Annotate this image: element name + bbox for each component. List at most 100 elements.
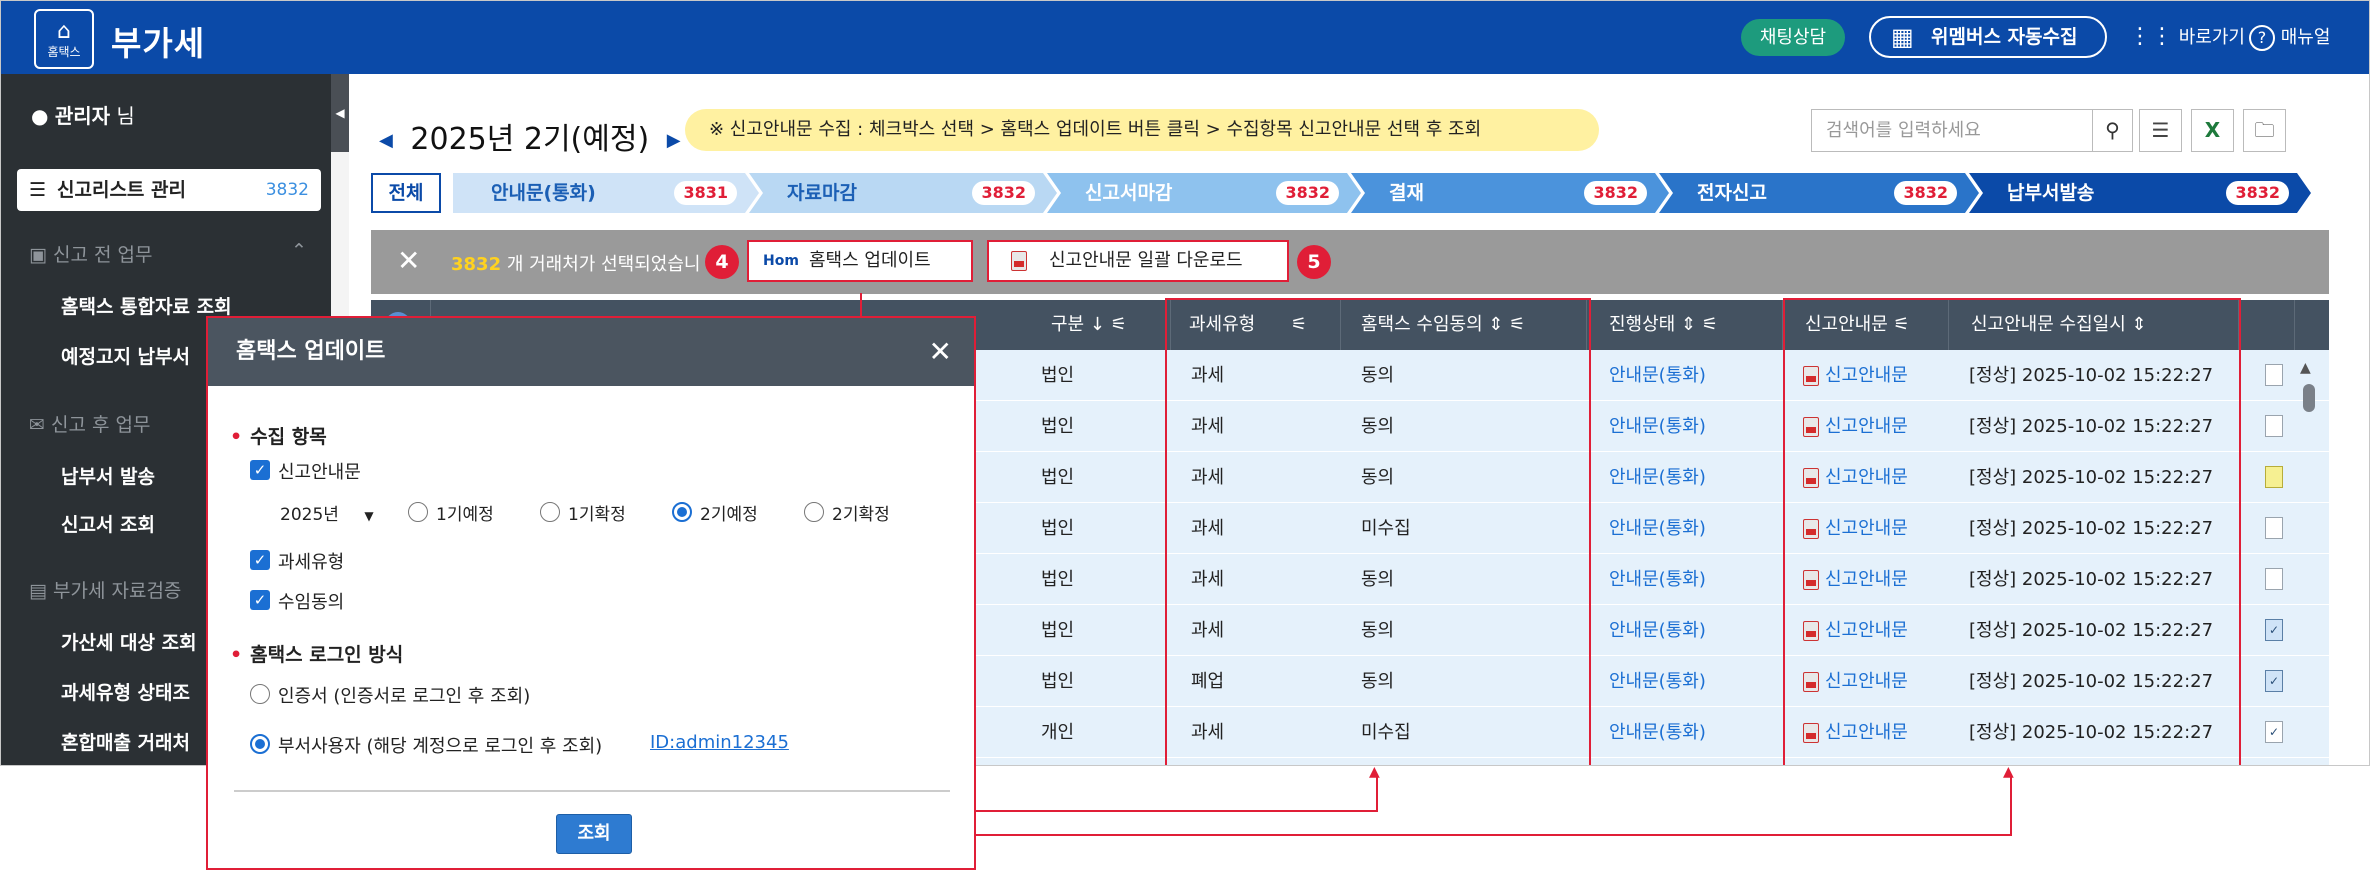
login-cert-radio[interactable] [250,684,270,704]
auto-collect-label: 위멤버스 자동수집 [1931,26,2078,48]
scroll-thumb[interactable] [2303,384,2315,412]
sidebar-item-send-payment[interactable]: 납부서 발송 [61,462,155,489]
period-radio-label: 2기확정 [832,505,890,525]
period-radio-1-prelim[interactable] [408,502,428,522]
sidebar-item-penalty[interactable]: 가산세 대상 조회 [61,628,197,655]
document-icon[interactable]: ✓ [2265,619,2283,641]
shortcut-link[interactable]: ⋮⋮ 바로가기 [2129,23,2245,49]
filter-icon: ⚟ [1110,314,1127,335]
sidebar-item-tax-type-status[interactable]: 과세유형 상태조 [61,678,190,705]
login-sub-user-radio[interactable] [250,734,270,754]
excel-button[interactable]: X [2191,109,2234,152]
period-radio-1-final[interactable] [540,502,560,522]
selection-label: 개 거래처가 선택되었습니 [506,254,701,275]
next-period-arrow-icon[interactable]: ▶ [667,130,681,151]
cell-status[interactable]: 안내문(통화) [1609,656,1706,707]
download-notices-button[interactable]: 신고안내문 일괄 다운로드 [987,240,1289,282]
sidebar-section-post[interactable]: ✉ 신고 후 업무 [29,410,150,437]
manual-link[interactable]: ? 매뉴얼 [2249,23,2330,51]
year-select-value: 2025년 [280,505,339,525]
cell-status[interactable]: 안내문(통화) [1609,452,1706,503]
step-tab[interactable]: 안내문(통화) 3831 [453,173,759,213]
list-view-button[interactable]: ☰ [2139,109,2182,152]
search-box[interactable]: 검색어를 입력하세요 ⚲ [1811,109,2133,152]
highlight-box-notice [1783,298,2241,765]
chat-button[interactable]: 채팅상담 [1741,19,1845,56]
document-icon[interactable] [2265,466,2283,488]
sidebar-collapse-toggle[interactable]: ◀ [331,74,349,152]
tax-type-checkbox-label: 과세유형 [278,552,345,573]
prev-period-arrow-icon[interactable]: ◀ [379,130,393,151]
document-icon[interactable]: ✓ [2265,721,2283,743]
period-radio-label: 1기예정 [436,505,494,525]
submit-button[interactable]: 조회 [556,814,632,854]
document-icon[interactable] [2265,517,2283,539]
dialog-title: 홈택스 업데이트 [236,339,386,364]
login-id-link[interactable]: ID:admin12345 [650,732,789,753]
step-tab[interactable]: 자료마감 3832 [749,173,1057,213]
sidebar-section-pre[interactable]: ▣ 신고 전 업무 ⌃ [29,240,307,267]
close-icon[interactable]: ✕ [929,318,952,386]
sidebar-item-mixed-sales[interactable]: 혼합매출 거래처 [61,728,190,755]
step-label: 전자신고 [1697,182,1767,204]
top-bar: ⌂ 홈택스 부가세 채팅상담 ▦ 위멤버스 자동수집 ⋮⋮ 바로가기 ? 매뉴얼 [1,1,2369,74]
manual-label: 매뉴얼 [2280,27,2331,48]
sidebar-item-label: 신고리스트 관리 [57,179,186,201]
period-radio-2-final[interactable] [804,502,824,522]
step-count: 3832 [972,181,1035,205]
cell-status[interactable]: 안내문(통화) [1609,503,1706,554]
scroll-up-icon[interactable]: ▲ [2300,360,2311,376]
scrollbar[interactable]: ▲ [2295,360,2321,760]
connector-line [860,293,862,316]
pdf-icon [1011,251,1027,271]
cell-type: 법인 [1041,365,1075,386]
search-icon[interactable]: ⚲ [2092,110,2132,151]
step-tab[interactable]: 신고서마감 3832 [1047,173,1361,213]
cell-status[interactable]: 안내문(통화) [1609,350,1706,401]
cell-status[interactable]: 안내문(통화) [1609,605,1706,656]
period-label: 2025년 2기(예정) [410,122,650,157]
chevron-left-icon: ◀ [335,106,345,120]
period-selector: ◀ 2025년 2기(예정) ▶ [379,114,681,158]
step-all-tab[interactable]: 전체 [371,173,441,213]
user-suffix: 님 [116,104,135,128]
notice-checkbox[interactable]: ✓ [250,460,270,480]
document-icon[interactable]: ✓ [2265,670,2283,692]
sidebar-item-report-list[interactable]: ☰ 신고리스트 관리 3832 [17,169,321,211]
col-status[interactable]: 진행상태 ⇕ ⚟ [1587,300,1783,350]
sidebar-section-title: 부가세 자료검증 [53,580,182,602]
grid-icon: ⋮⋮ [2129,24,2173,49]
sidebar-item-prepayment[interactable]: 예정고지 납부서 [61,342,190,369]
user-icon: ● [31,104,49,128]
search-input[interactable]: 검색어를 입력하세요 [1826,120,1981,141]
sidebar-item-report-view[interactable]: 신고서 조회 [61,510,155,537]
sidebar-section-verify[interactable]: ▤ 부가세 자료검증 [29,576,181,603]
close-icon[interactable]: ✕ [397,244,420,277]
document-icon[interactable] [2265,415,2283,437]
step-label: 결재 [1389,182,1424,204]
sidebar-item-hometax-data[interactable]: 홈택스 통합자료 조회 [61,292,232,319]
dialog-header: 홈택스 업데이트 ✕ [208,318,974,386]
cell-status[interactable]: 안내문(통화) [1609,707,1706,758]
folder-button[interactable]: 🗀 [2243,109,2286,152]
hometax-update-dialog: 홈택스 업데이트 ✕ 수집 항목 ✓ 신고안내문 2025년 ▼ 1기예정 1기… [206,316,976,870]
cell-status[interactable]: 안내문(통화) [1609,401,1706,452]
col-type[interactable]: 구분 ↓ ⚟ [1021,300,1171,350]
cell-status[interactable]: 안내문(통화) [1609,554,1706,605]
step-count: 3832 [1894,181,1957,205]
year-select[interactable]: 2025년 ▼ [280,500,374,525]
hometax-logo[interactable]: ⌂ 홈택스 [34,9,94,69]
consent-checkbox[interactable]: ✓ [250,590,270,610]
step-tab[interactable]: 납부서발송 3832 [1969,173,2311,213]
step-tab[interactable]: 전자신고 3832 [1659,173,1979,213]
document-icon[interactable] [2265,364,2283,386]
step-tab[interactable]: 결재 3832 [1351,173,1669,213]
step-badge-5: 5 [1297,245,1331,279]
period-radio-2-prelim[interactable] [672,502,692,522]
hometax-update-button[interactable]: Hom 홈택스 업데이트 [747,240,973,282]
step-count: 3831 [674,181,737,205]
document-icon[interactable] [2265,568,2283,590]
tax-type-checkbox[interactable]: ✓ [250,550,270,570]
col-doc [2239,300,2295,350]
auto-collect-button[interactable]: ▦ 위멤버스 자동수집 [1869,16,2107,58]
